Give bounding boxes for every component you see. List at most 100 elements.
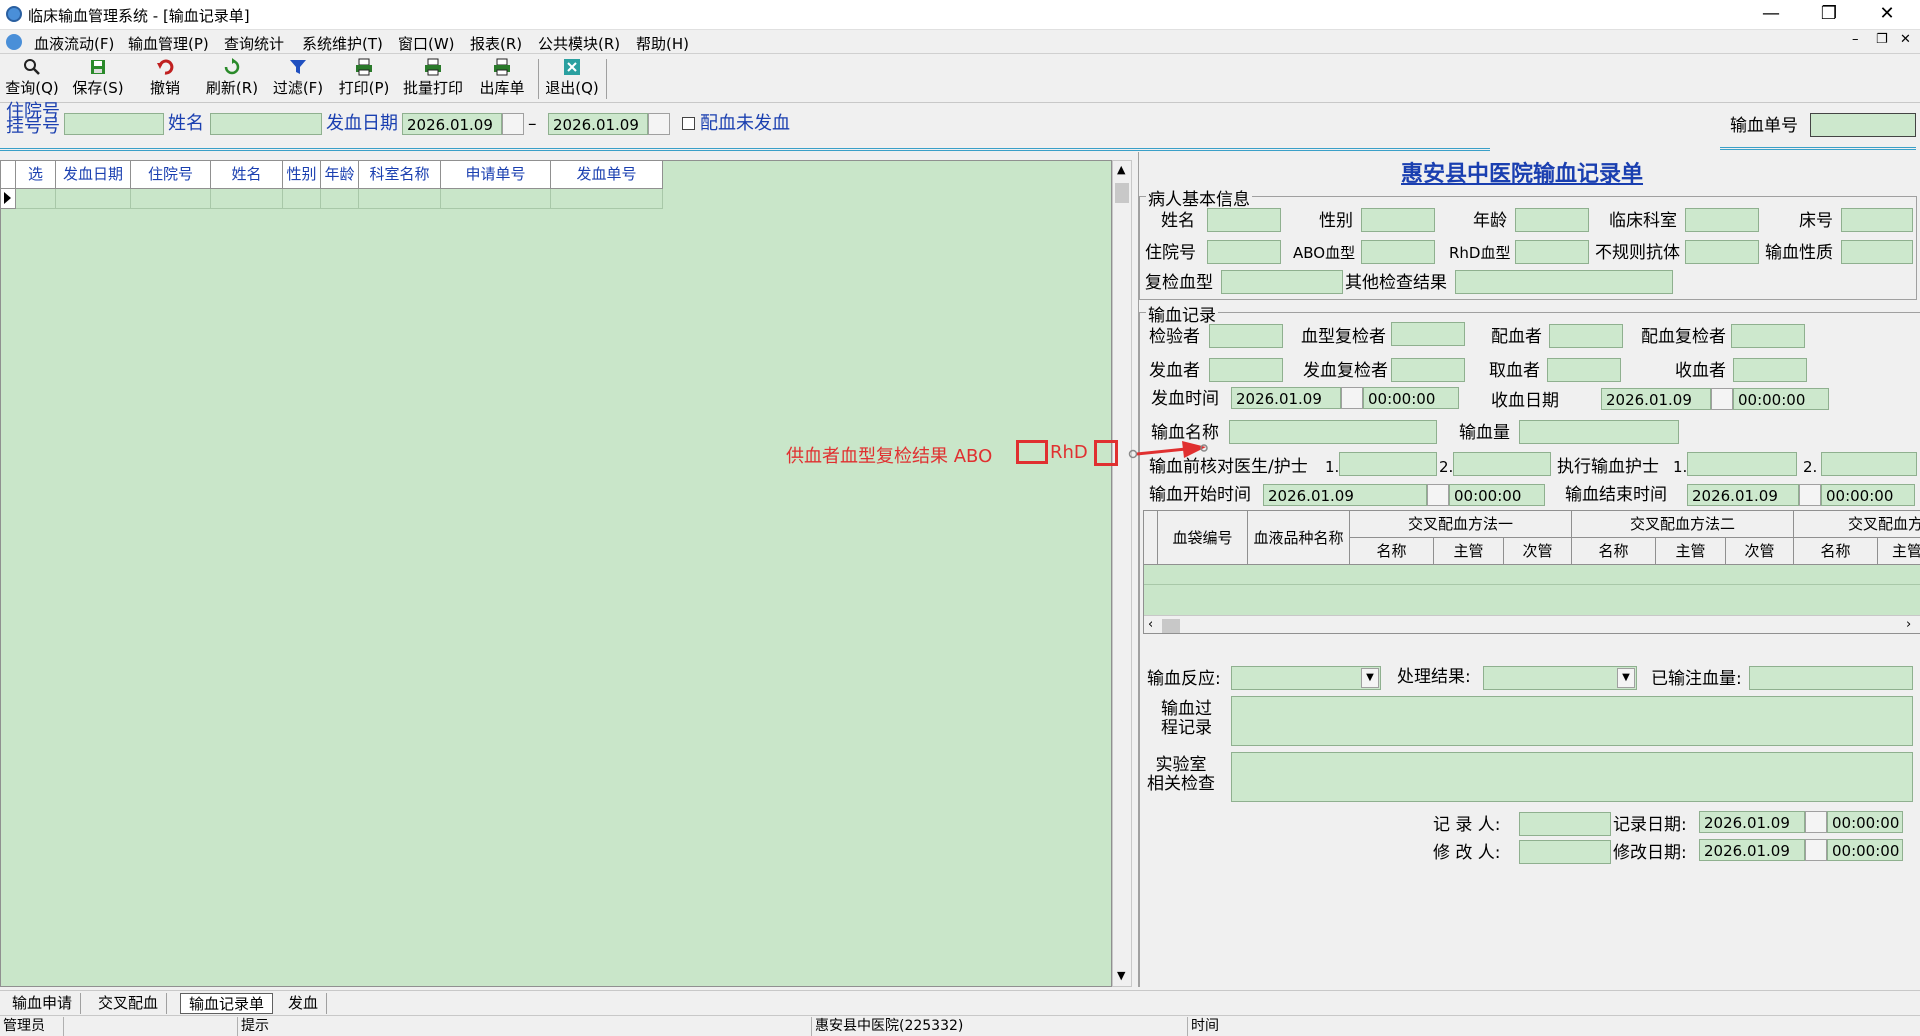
table-row[interactable] xyxy=(131,189,211,209)
outbound-button[interactable]: 出库单 xyxy=(474,57,530,101)
donor-abo-box[interactable] xyxy=(1016,440,1048,464)
start-date-field[interactable]: 2026.01.09 xyxy=(1263,484,1427,506)
scroll-thumb[interactable] xyxy=(1115,183,1129,203)
receive-date-field[interactable]: 2026.01.09 xyxy=(1601,388,1711,410)
patient-bed-field[interactable] xyxy=(1841,208,1913,232)
reaction-select[interactable]: ▼ xyxy=(1231,666,1381,690)
receive-date-picker[interactable] xyxy=(1711,388,1733,410)
table-row[interactable] xyxy=(441,189,551,209)
issue-date-field[interactable]: 2026.01.09 xyxy=(1231,387,1341,409)
mdi-restore-button[interactable]: ❐ xyxy=(1876,32,1888,47)
mdi-minimize-button[interactable]: – xyxy=(1852,32,1859,47)
patient-dept-field[interactable] xyxy=(1685,208,1759,232)
query-button[interactable]: 查询(Q) xyxy=(4,57,60,101)
batch-print-button[interactable]: 批量打印 xyxy=(400,57,466,101)
header-method3[interactable]: 交叉配血方法 xyxy=(1794,511,1920,538)
tab-request[interactable]: 输血申请 xyxy=(4,993,82,1014)
process-record-field[interactable] xyxy=(1231,696,1913,746)
type-rechecker-field[interactable] xyxy=(1391,322,1465,346)
modify-clock-field[interactable]: 00:00:00 xyxy=(1827,839,1903,861)
inpatient-no-input[interactable] xyxy=(64,113,164,135)
menu-report[interactable]: 报表(R) xyxy=(470,33,522,54)
undo-button[interactable]: 撤销 xyxy=(142,57,188,101)
unissued-checkbox[interactable] xyxy=(682,117,695,130)
infused-field[interactable] xyxy=(1749,666,1913,690)
menu-help[interactable]: 帮助(H) xyxy=(636,33,689,54)
tester-field[interactable] xyxy=(1209,324,1283,348)
col-issue-no[interactable]: 发血单号 xyxy=(551,161,663,189)
date-from-picker[interactable] xyxy=(502,113,524,135)
header-method1[interactable]: 交叉配血方法一 xyxy=(1350,511,1572,538)
patient-abo-field[interactable] xyxy=(1361,240,1435,264)
date-to-picker[interactable] xyxy=(648,113,670,135)
precheck-doctor-1-field[interactable] xyxy=(1339,452,1437,476)
irregular-antibody-field[interactable] xyxy=(1685,240,1759,264)
scroll-thumb[interactable] xyxy=(1162,619,1180,633)
start-date-picker[interactable] xyxy=(1427,484,1449,506)
modify-date-picker[interactable] xyxy=(1805,839,1827,861)
filter-button[interactable]: 过滤(F) xyxy=(270,57,326,101)
modifier-field[interactable] xyxy=(1519,840,1611,864)
end-date-field[interactable]: 2026.01.09 xyxy=(1687,484,1799,506)
precheck-doctor-2-field[interactable] xyxy=(1453,452,1551,476)
scroll-up-icon[interactable]: ▲ xyxy=(1117,163,1125,176)
header-bag-no[interactable]: 血袋编号 xyxy=(1158,511,1248,565)
col-age[interactable]: 年龄 xyxy=(321,161,359,189)
result-select[interactable]: ▼ xyxy=(1483,666,1637,690)
scroll-down-icon[interactable]: ▼ xyxy=(1117,969,1125,982)
issue-date-picker[interactable] xyxy=(1341,387,1363,409)
header-product[interactable]: 血液品种名称 xyxy=(1248,511,1350,565)
recorder-field[interactable] xyxy=(1519,812,1611,836)
start-clock-field[interactable]: 00:00:00 xyxy=(1449,484,1545,506)
modify-date-field[interactable]: 2026.01.09 xyxy=(1699,839,1805,861)
receive-clock-field[interactable]: 00:00:00 xyxy=(1733,388,1829,410)
menu-system[interactable]: 系统维护(T) xyxy=(302,33,383,54)
app-menu-icon[interactable] xyxy=(6,34,22,50)
minimize-button[interactable]: — xyxy=(1742,0,1800,30)
record-date-field[interactable]: 2026.01.09 xyxy=(1699,811,1805,833)
table-row[interactable] xyxy=(321,189,359,209)
name-input[interactable] xyxy=(210,113,322,135)
mdi-close-button[interactable]: ✕ xyxy=(1900,32,1911,47)
col-request-no[interactable]: 申请单号 xyxy=(441,161,551,189)
patient-age-field[interactable] xyxy=(1515,208,1589,232)
match-rechecker-field[interactable] xyxy=(1731,324,1805,348)
col-name[interactable]: 姓名 xyxy=(211,161,283,189)
blood-name-field[interactable] xyxy=(1229,420,1437,444)
end-clock-field[interactable]: 00:00:00 xyxy=(1821,484,1915,506)
menu-window[interactable]: 窗口(W) xyxy=(398,33,455,54)
exit-button[interactable]: 退出(Q) xyxy=(544,57,600,101)
col-dept[interactable]: 科室名称 xyxy=(359,161,441,189)
list-vertical-scrollbar[interactable]: ▲ ▼ xyxy=(1112,160,1132,987)
table-row[interactable] xyxy=(16,189,56,209)
save-button[interactable]: 保存(S) xyxy=(70,57,126,101)
issue-clock-field[interactable]: 00:00:00 xyxy=(1363,387,1459,409)
tab-crossmatch[interactable]: 交叉配血 xyxy=(90,993,168,1014)
crossmatch-table[interactable]: 血袋编号 血液品种名称 交叉配血方法一 交叉配血方法二 交叉配血方法 名称 主管… xyxy=(1143,510,1920,634)
crossmatch-hscroll[interactable]: ‹ › xyxy=(1144,615,1920,633)
menu-transfusion[interactable]: 输血管理(P) xyxy=(128,33,209,54)
table-row[interactable] xyxy=(551,189,663,209)
refresh-button[interactable]: 刷新(R) xyxy=(204,57,260,101)
issuer-field[interactable] xyxy=(1209,358,1283,382)
patient-name-field[interactable] xyxy=(1207,208,1281,232)
chevron-down-icon[interactable]: ▼ xyxy=(1617,668,1635,688)
end-date-picker[interactable] xyxy=(1799,484,1821,506)
record-date-picker[interactable] xyxy=(1805,811,1827,833)
menu-common[interactable]: 公共模块(R) xyxy=(538,33,620,54)
patient-inpatient-field[interactable] xyxy=(1207,240,1281,264)
volume-field[interactable] xyxy=(1519,420,1679,444)
col-select[interactable]: 选 xyxy=(16,161,56,189)
table-row[interactable] xyxy=(359,189,441,209)
close-button[interactable]: ✕ xyxy=(1858,0,1916,30)
receiver-field[interactable] xyxy=(1733,358,1807,382)
trans-type-field[interactable] xyxy=(1841,240,1913,264)
maximize-button[interactable]: ❐ xyxy=(1800,0,1858,30)
recheck-type-field[interactable] xyxy=(1221,270,1343,294)
record-clock-field[interactable]: 00:00:00 xyxy=(1827,811,1903,833)
table-row[interactable] xyxy=(56,189,131,209)
scroll-left-icon[interactable]: ‹ xyxy=(1148,617,1153,632)
lab-check-field[interactable] xyxy=(1231,752,1913,802)
patient-rhd-field[interactable] xyxy=(1515,240,1589,264)
menu-query-stats[interactable]: 查询统计 xyxy=(224,33,284,54)
